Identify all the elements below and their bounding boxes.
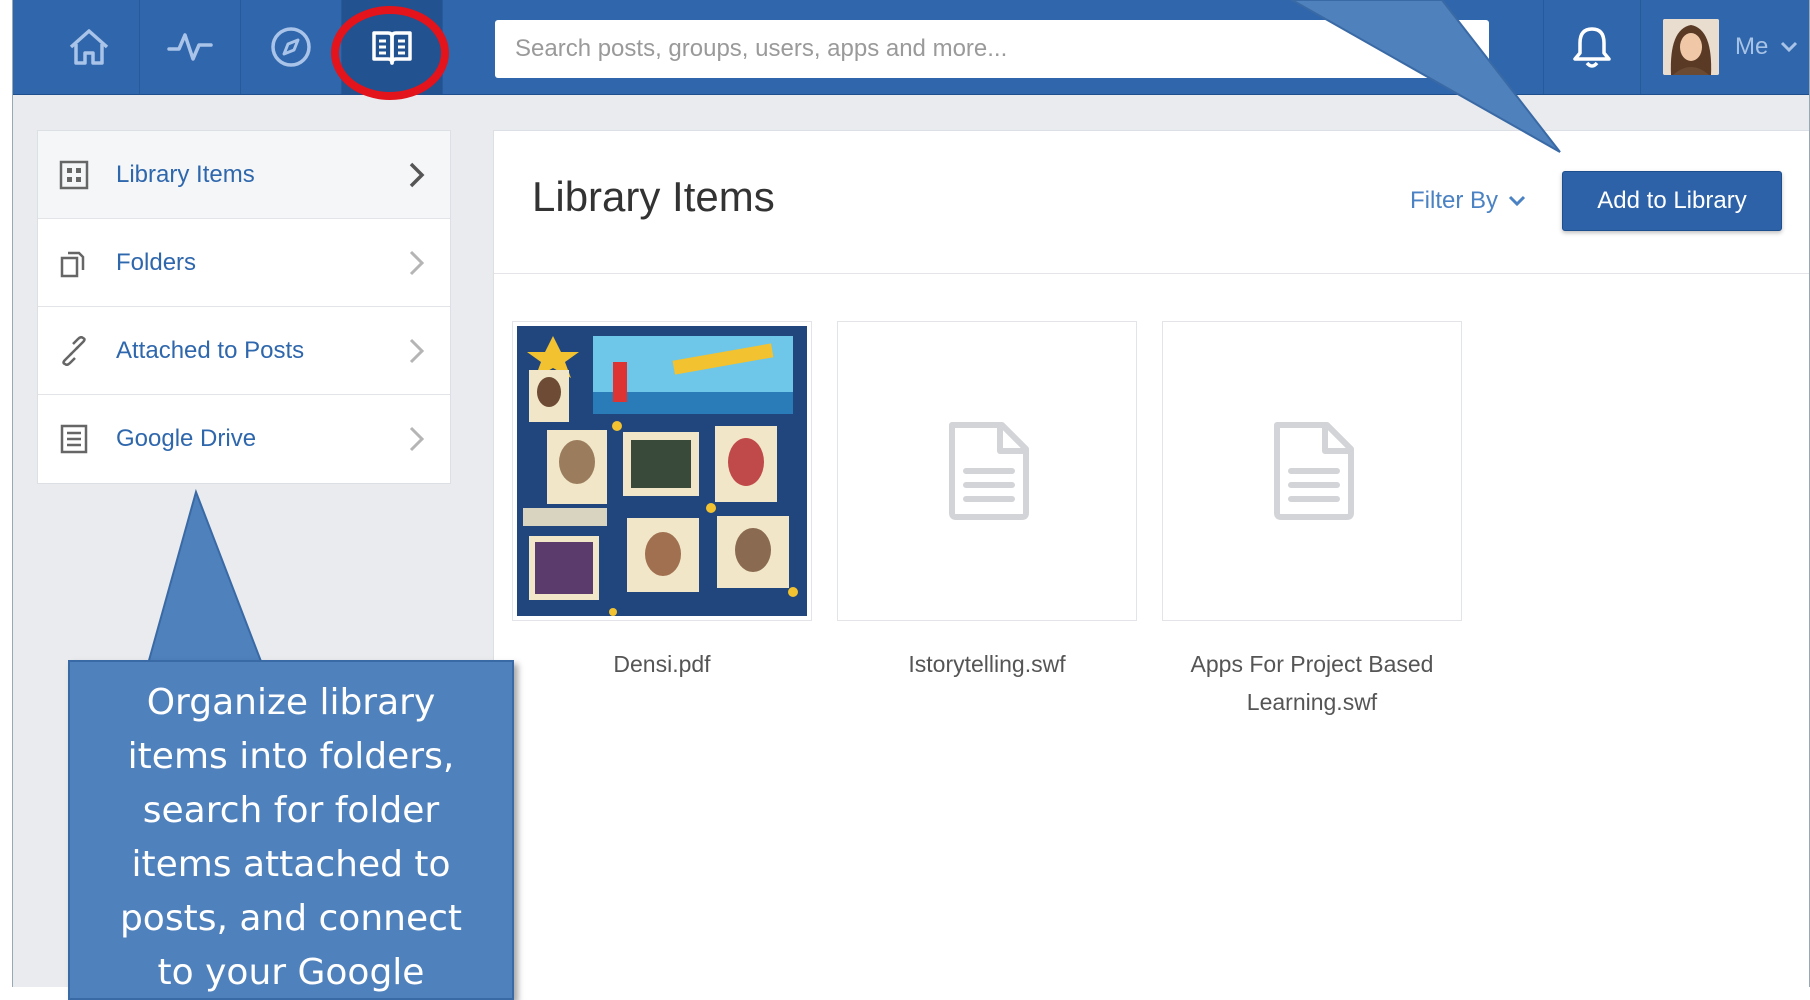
library-main-panel: Library Items Filter By Add to Library D… <box>493 130 1809 987</box>
library-item-card[interactable]: Apps For Project Based Learning.swf <box>1162 321 1462 721</box>
document-icon <box>1274 422 1354 520</box>
grid-icon <box>58 159 90 191</box>
me-menu[interactable]: Me <box>1639 0 1809 94</box>
sidebar-item-library-items[interactable]: Library Items <box>38 131 450 219</box>
home-icon <box>69 29 109 65</box>
filter-label: Filter By <box>1410 187 1499 214</box>
chevron-right-icon <box>409 162 425 188</box>
sidebar-item-label: Google Drive <box>116 425 257 452</box>
library-item-card[interactable]: Densi.pdf <box>512 321 812 683</box>
chevron-right-icon <box>409 426 425 452</box>
callout-text: Organize library items into folders, sea… <box>119 682 463 993</box>
bell-icon <box>1573 27 1611 68</box>
add-to-library-button[interactable]: Add to Library <box>1562 171 1782 231</box>
collage-thumbnail <box>512 321 812 621</box>
sidebar-item-google-drive[interactable]: Google Drive <box>38 395 450 483</box>
filter-by-dropdown[interactable]: Filter By <box>1410 187 1526 215</box>
chevron-right-icon <box>409 250 425 276</box>
activity-icon <box>167 33 213 61</box>
home-nav-button[interactable] <box>39 0 140 94</box>
search-input[interactable] <box>495 20 1489 78</box>
item-name: Istorytelling.swf <box>908 651 1066 677</box>
discover-nav-button[interactable] <box>241 0 342 94</box>
chevron-right-icon <box>409 338 425 364</box>
document-thumbnail <box>1162 321 1462 621</box>
sidebar-item-label: Attached to Posts <box>116 336 305 364</box>
drive-doc-icon <box>58 423 90 455</box>
chevron-down-icon <box>1508 195 1526 207</box>
main-header: Library Items Filter By Add to Library <box>494 131 1809 274</box>
chevron-down-icon <box>1781 41 1798 53</box>
top-navigation-bar: Me <box>13 0 1809 100</box>
library-sidebar: Library Items Folders Attached to Posts … <box>37 130 451 484</box>
document-icon <box>949 422 1029 520</box>
document-thumbnail <box>837 321 1137 621</box>
activity-nav-button[interactable] <box>140 0 241 94</box>
compass-icon <box>271 27 311 67</box>
notifications-button[interactable] <box>1543 0 1641 94</box>
page-title: Library Items <box>532 173 775 220</box>
link-icon <box>58 335 90 367</box>
folders-icon <box>58 247 90 279</box>
library-item-card[interactable]: Istorytelling.swf <box>837 321 1137 683</box>
sidebar-item-label: Library Items <box>116 160 255 188</box>
avatar <box>1663 19 1719 75</box>
me-label: Me <box>1735 33 1769 60</box>
item-name: Densi.pdf <box>613 651 711 677</box>
callout-box: Organize library items into folders, sea… <box>68 660 514 1000</box>
sidebar-item-attached-to-posts[interactable]: Attached to Posts <box>38 307 450 395</box>
sidebar-item-folders[interactable]: Folders <box>38 219 450 307</box>
highlight-circle <box>331 6 449 100</box>
sidebar-item-label: Folders <box>116 248 197 276</box>
item-name: Apps For Project Based Learning.swf <box>1190 651 1434 715</box>
